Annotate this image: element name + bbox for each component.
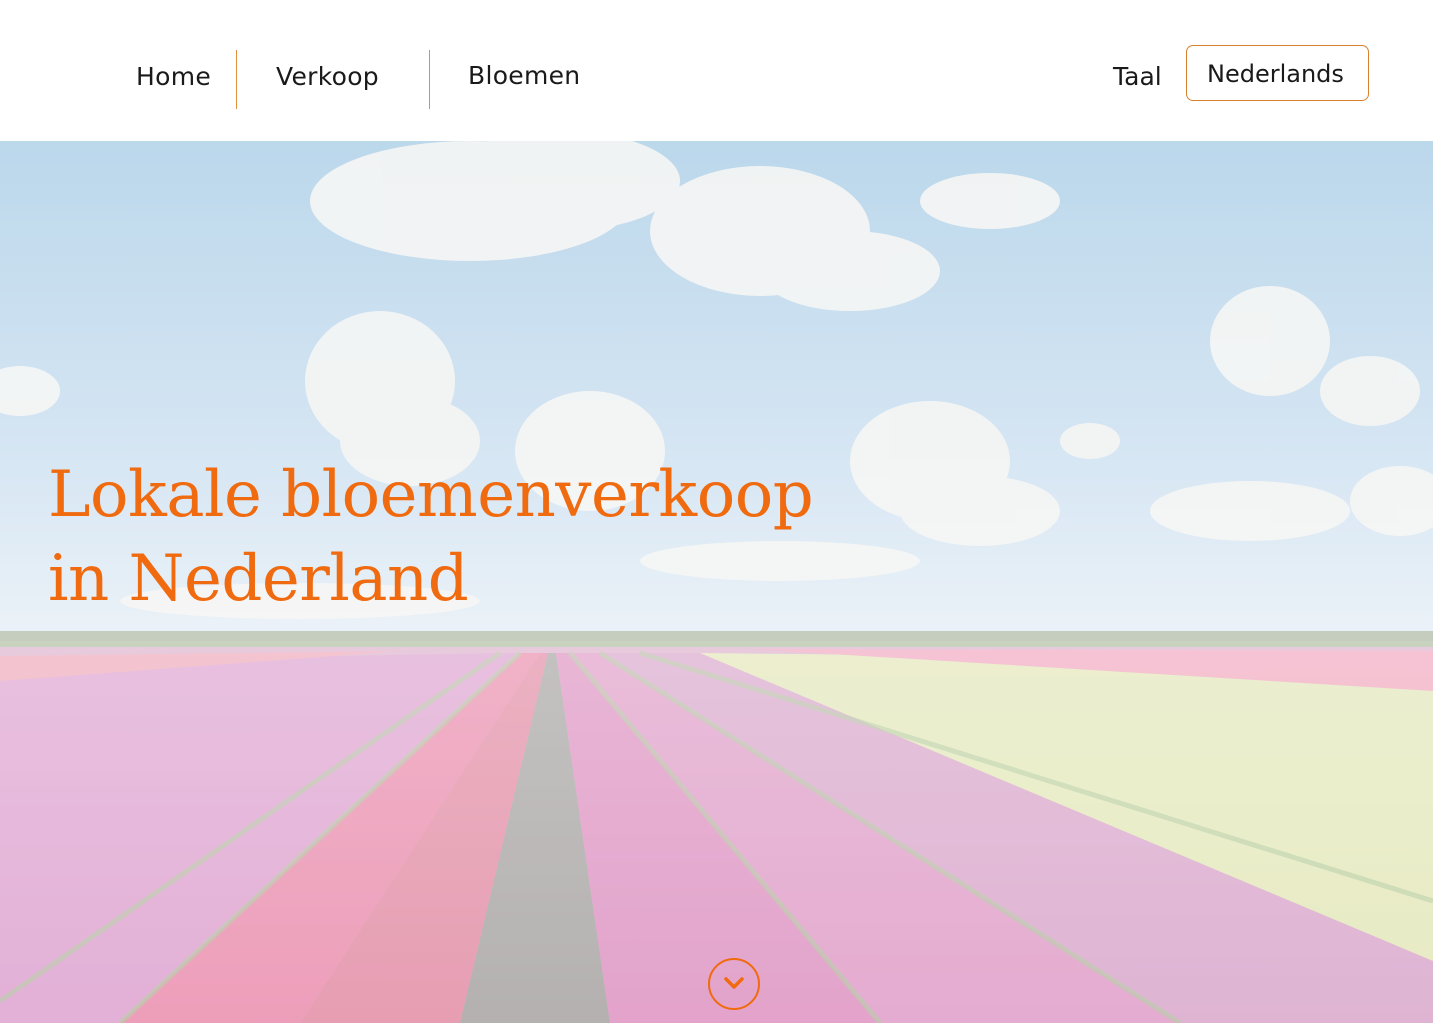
chevron-down-icon <box>724 977 744 989</box>
site-header: Home Verkoop Bloemen Taal Nederlands <box>0 0 1433 141</box>
language-select[interactable]: Nederlands <box>1186 45 1369 101</box>
hero-title-line-1: Lokale bloemenverkoop <box>48 458 814 532</box>
hero-section: Lokale bloemenverkoop in Nederland <box>0 141 1433 1023</box>
nav-bloemen[interactable]: Bloemen <box>468 61 580 90</box>
hero-title-line-2: in Nederland <box>48 542 469 616</box>
nav-divider <box>429 50 430 109</box>
hero-title: Lokale bloemenverkoop in Nederland <box>48 453 814 621</box>
nav-verkoop[interactable]: Verkoop <box>276 62 379 91</box>
nav-divider <box>236 50 237 109</box>
nav-home[interactable]: Home <box>136 62 211 91</box>
language-label: Taal <box>1113 62 1162 91</box>
scroll-down-button[interactable] <box>708 958 760 1010</box>
